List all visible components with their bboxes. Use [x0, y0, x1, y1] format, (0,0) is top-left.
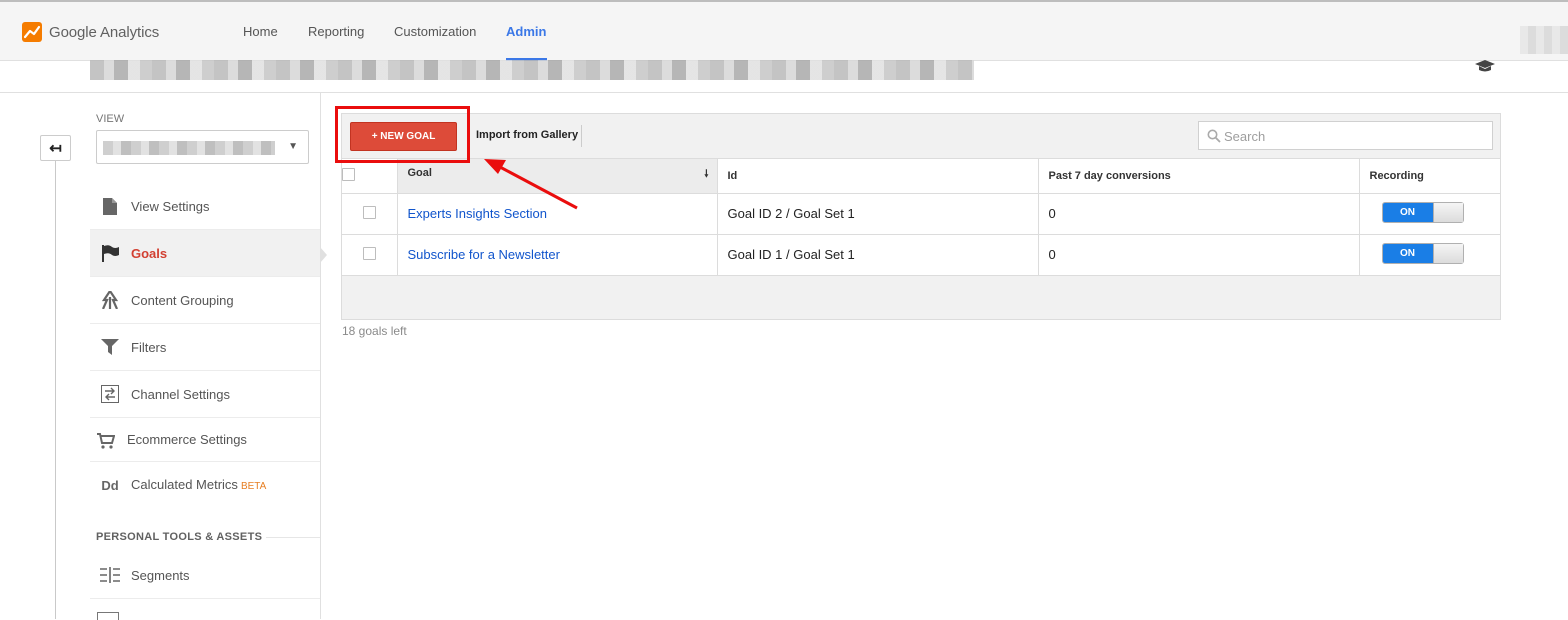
left-rail-line [55, 161, 56, 619]
goals-table: Goal 🠗 Id Past 7 day conversions Recordin… [342, 159, 1500, 276]
toggle-on-label: ON [1382, 243, 1433, 263]
sort-down-arrow-icon: 🠗 [704, 169, 709, 181]
recording-toggle[interactable]: ON [1381, 201, 1464, 223]
user-account-redacted[interactable] [1520, 26, 1568, 54]
app-name: Google Analytics [49, 23, 160, 41]
table-header-row: Goal 🠗 Id Past 7 day conversions Recordin… [342, 159, 1500, 194]
content-grouping-icon [100, 290, 120, 310]
beta-badge: BETA [240, 481, 267, 492]
back-button[interactable]: ↤ [40, 135, 71, 161]
sidebar-item-label: View Settings [131, 199, 210, 214]
import-from-gallery-link[interactable]: Import from Gallery [476, 129, 578, 141]
search-input[interactable] [1224, 126, 1484, 146]
select-all-cell [342, 159, 398, 194]
goal-name-cell: Subscribe for a Newsletter [397, 234, 718, 276]
toggle-knob [1432, 202, 1463, 222]
recording-cell: ON [1359, 234, 1500, 276]
sidebar-item-content-grouping[interactable]: Content Grouping [90, 277, 320, 324]
back-arrow-icon: ↤ [49, 140, 62, 157]
view-label: VIEW [96, 113, 125, 125]
sidebar-item-goals[interactable]: Goals [90, 230, 320, 277]
column-header-goal[interactable]: Goal 🠗 [397, 159, 718, 194]
sidebar-item-ecommerce-settings[interactable]: Ecommerce Settings [90, 418, 320, 462]
goals-panel: + NEW GOAL Import from Gallery Goal 🠗 Id … [341, 113, 1501, 320]
table-row: Experts Insights Section Goal ID 2 / Goa… [342, 193, 1500, 235]
account-breadcrumb-redacted[interactable] [90, 60, 974, 80]
top-bar: Google Analytics Home Reporting Customiz… [0, 0, 1568, 61]
row-checkbox[interactable] [362, 205, 376, 219]
analytics-logo-icon [22, 22, 42, 42]
table-row: Subscribe for a Newsletter Goal ID 1 / G… [342, 234, 1500, 276]
row-select-cell [342, 193, 398, 235]
toggle-knob [1432, 243, 1463, 263]
app-logo[interactable]: Google Analytics [22, 22, 159, 42]
recording-cell: ON [1359, 193, 1500, 235]
goal-id-cell: Goal ID 2 / Goal Set 1 [717, 193, 1039, 235]
sidebar-item-segments[interactable]: Segments [90, 552, 320, 599]
sidebar-item-view-settings[interactable]: View Settings [90, 183, 320, 230]
document-icon [100, 196, 120, 216]
calculated-metrics-icon: Dd [101, 477, 119, 493]
column-header-recording[interactable]: Recording [1359, 159, 1500, 194]
column-header-label: Goal [407, 167, 432, 180]
toggle-on-label: ON [1382, 202, 1433, 222]
channel-icon [100, 384, 120, 404]
sidebar-item-calculated-metrics[interactable]: Dd Calculated Metrics BETA [90, 462, 320, 509]
view-name-redacted [103, 141, 275, 155]
goals-toolbar: + NEW GOAL Import from Gallery [342, 114, 1500, 159]
goal-id-cell: Goal ID 1 / Goal Set 1 [717, 234, 1039, 276]
search-field[interactable] [1198, 121, 1493, 150]
calculated-metrics-label: Calculated Metrics [131, 477, 238, 492]
cart-icon [96, 431, 116, 451]
conversions-cell: 0 [1038, 193, 1360, 235]
sidebar-item-label: Channel Settings [131, 387, 231, 402]
sidebar-item-channel-settings[interactable]: Channel Settings [90, 371, 320, 418]
flag-icon [100, 243, 120, 263]
caret-down-icon: ▼ [288, 141, 298, 152]
segments-icon [100, 565, 120, 585]
tab-customization[interactable]: Customization [394, 24, 476, 39]
search-icon [1207, 129, 1221, 143]
graduation-cap-icon[interactable] [1474, 60, 1496, 77]
sidebar-item-filters[interactable]: Filters [90, 324, 320, 371]
goals-left-text: 18 goals left [342, 324, 407, 338]
toolbar-divider [581, 125, 582, 147]
goal-link[interactable]: Experts Insights Section [408, 206, 547, 221]
tab-admin[interactable]: Admin [506, 24, 546, 39]
sidebar-divider [320, 93, 321, 619]
section-title-personal-tools: PERSONAL TOOLS & ASSETS [96, 531, 263, 543]
select-all-checkbox[interactable] [342, 167, 355, 181]
recording-toggle[interactable]: ON [1381, 242, 1464, 264]
goal-link[interactable]: Subscribe for a Newsletter [408, 247, 560, 262]
column-header-id[interactable]: Id [717, 159, 1039, 194]
sidebar-item-label: Goals [131, 246, 168, 261]
annotation-highlight-box [335, 106, 470, 163]
header-divider [0, 92, 1568, 93]
row-select-cell [342, 234, 398, 276]
tab-home[interactable]: Home [243, 24, 278, 39]
filter-icon [100, 337, 120, 357]
section-divider [266, 537, 320, 538]
row-checkbox[interactable] [362, 246, 376, 260]
column-header-conversions[interactable]: Past 7 day conversions [1038, 159, 1360, 194]
sidebar-item-label: Calculated Metrics BETA [131, 477, 266, 492]
goal-name-cell: Experts Insights Section [397, 193, 718, 235]
sidebar-item-label: Filters [131, 340, 167, 355]
sidebar-item-label: Content Grouping [131, 293, 234, 308]
active-item-notch [320, 247, 327, 263]
tab-reporting[interactable]: Reporting [308, 24, 364, 39]
view-selector[interactable]: ▼ [96, 130, 309, 164]
sidebar-item-label: Segments [131, 568, 190, 583]
sidebar-item-label: Ecommerce Settings [127, 432, 247, 447]
conversions-cell: 0 [1038, 234, 1360, 276]
